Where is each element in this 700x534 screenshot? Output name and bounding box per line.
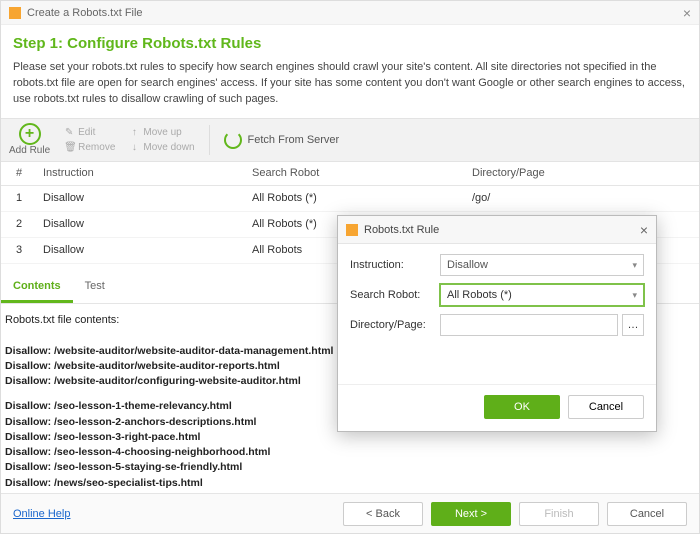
dialog-body: Instruction: Disallow ▾ Search Robot: Al… (338, 244, 656, 354)
arrow-down-icon: ↓ (129, 142, 139, 153)
content-area: Step 1: Configure Robots.txt Rules Pleas… (1, 25, 699, 108)
move-group: ↑Move up ↓Move down (129, 127, 194, 153)
tab-contents[interactable]: Contents (1, 272, 73, 303)
trash-icon: 🗑 (64, 142, 74, 153)
instruction-select[interactable]: Disallow ▾ (440, 254, 644, 276)
edit-button[interactable]: ✎Edit (64, 127, 115, 138)
rule-dialog: Robots.txt Rule × Instruction: Disallow … (337, 215, 657, 432)
col-num: # (1, 167, 37, 179)
dialog-title: Robots.txt Rule (364, 224, 439, 236)
app-icon (346, 224, 358, 236)
file-line: Disallow: /seo-lesson-3-right-pace.html (5, 430, 695, 445)
main-window: Create a Robots.txt File × Step 1: Confi… (0, 0, 700, 534)
browse-button[interactable]: … (622, 314, 644, 336)
toolbar: + Add Rule ✎Edit 🗑Remove ↑Move up ↓Move … (1, 118, 699, 162)
cancel-button[interactable]: Cancel (607, 502, 687, 526)
next-button[interactable]: Next > (431, 502, 511, 526)
add-rule-label: Add Rule (9, 145, 50, 156)
file-line: Disallow: /seo-lesson-4-choosing-neighbo… (5, 445, 695, 460)
col-instruction: Instruction (37, 167, 252, 179)
dialog-ok-button[interactable]: OK (484, 395, 560, 419)
table-row[interactable]: 1 Disallow All Robots (*) /go/ (1, 186, 699, 212)
col-dir: Directory/Page (472, 167, 699, 179)
close-icon[interactable]: × (683, 5, 691, 21)
fetch-button[interactable]: Fetch From Server (224, 131, 340, 149)
chevron-down-icon: ▾ (632, 260, 637, 271)
tab-test[interactable]: Test (73, 272, 117, 303)
app-icon (9, 7, 21, 19)
dialog-footer: OK Cancel (338, 384, 656, 431)
search-robot-select[interactable]: All Robots (*) ▾ (440, 284, 644, 306)
edit-remove-group: ✎Edit 🗑Remove (64, 127, 115, 153)
move-up-button[interactable]: ↑Move up (129, 127, 194, 138)
robot-label: Search Robot: (350, 289, 440, 301)
move-down-button[interactable]: ↓Move down (129, 142, 194, 153)
pencil-icon: ✎ (64, 127, 74, 138)
dialog-close-icon[interactable]: × (640, 222, 648, 238)
refresh-icon (224, 131, 242, 149)
plus-icon: + (19, 123, 41, 145)
separator (209, 125, 210, 155)
finish-button[interactable]: Finish (519, 502, 599, 526)
col-robot: Search Robot (252, 167, 472, 179)
titlebar: Create a Robots.txt File × (1, 1, 699, 25)
arrow-up-icon: ↑ (129, 127, 139, 138)
table-header: # Instruction Search Robot Directory/Pag… (1, 162, 699, 186)
dialog-titlebar: Robots.txt Rule × (338, 216, 656, 244)
back-button[interactable]: < Back (343, 502, 423, 526)
step-title: Step 1: Configure Robots.txt Rules (13, 35, 687, 52)
file-line: Disallow: /news/seo-specialist-tips.html (5, 476, 695, 491)
step-description: Please set your robots.txt rules to spec… (13, 60, 687, 108)
footer: Online Help < Back Next > Finish Cancel (1, 493, 699, 533)
instruction-label: Instruction: (350, 259, 440, 271)
window-title: Create a Robots.txt File (27, 7, 143, 19)
dialog-cancel-button[interactable]: Cancel (568, 395, 644, 419)
chevron-down-icon: ▾ (632, 290, 637, 301)
fetch-label: Fetch From Server (248, 134, 340, 146)
file-line: Disallow: /seo-lesson-5-staying-se-frien… (5, 460, 695, 475)
online-help-link[interactable]: Online Help (13, 508, 70, 520)
directory-label: Directory/Page: (350, 319, 440, 331)
directory-input[interactable] (440, 314, 618, 336)
add-rule-button[interactable]: + Add Rule (9, 123, 50, 156)
remove-button[interactable]: 🗑Remove (64, 142, 115, 153)
